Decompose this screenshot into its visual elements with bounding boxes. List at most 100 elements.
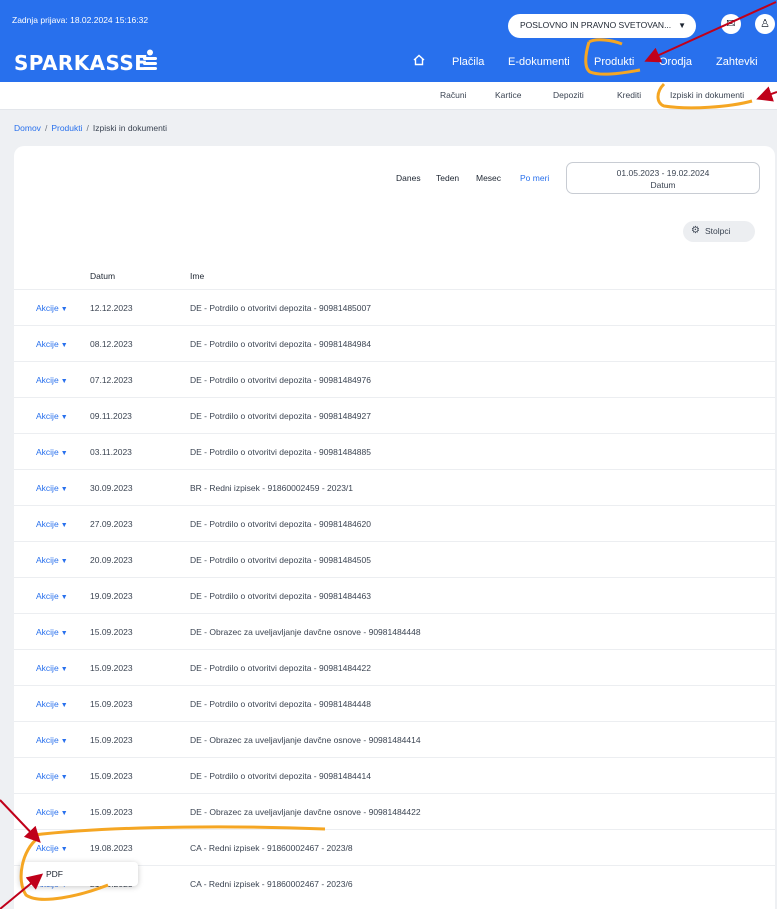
subnav-krediti[interactable]: Krediti — [617, 90, 641, 100]
last-login-text: Zadnja prijava: 18.02.2024 15:16:32 — [12, 15, 149, 25]
actions-dropdown[interactable]: Akcije▼ — [36, 807, 68, 817]
cell-name[interactable]: DE - Obrazec za uveljavljanje davčne osn… — [190, 807, 421, 817]
subnav-izpiski-in-dokumenti[interactable]: Izpiski in dokumenti — [670, 90, 744, 100]
date-range-label: Datum — [650, 180, 676, 190]
period-mesec[interactable]: Mesec — [476, 173, 501, 183]
nav-produkti[interactable]: Produkti — [594, 56, 634, 68]
subnav-kartice[interactable]: Kartice — [495, 90, 521, 100]
subnav-racuni[interactable]: Računi — [440, 90, 466, 100]
period-teden[interactable]: Teden — [436, 173, 459, 183]
cell-date: 15.09.2023 — [90, 627, 133, 637]
table-row: Akcije ▼ 15.09.2023 DE - Obrazec za uveljav… — [14, 793, 775, 829]
cell-date: 15.09.2023 — [90, 735, 133, 745]
date-range-value: 01.05.2023 - 19.02.2024 — [616, 168, 710, 178]
chevron-down-icon: ▼ — [678, 21, 686, 30]
caret-down-icon: ▼ — [60, 522, 68, 529]
table-row: Akcije ▼ 15.09.2023 DE - Obrazec za uveljav… — [14, 613, 775, 649]
cell-name[interactable]: DE - Potrdilo o otvoritvi depozita - 909… — [190, 339, 371, 349]
cell-date: 15.09.2023 — [90, 807, 133, 817]
actions-dropdown-menu: PDF — [20, 862, 138, 886]
cell-name[interactable]: DE - Obrazec za uveljavljanje davčne osn… — [190, 735, 421, 745]
documents-card: Danes Teden Mesec Po meri 01.05.2023 - 1… — [14, 146, 775, 909]
cell-name[interactable]: CA - Redni izpisek - 91860002467 - 2023/… — [190, 879, 353, 889]
table-row: Akcije ▼ 12.12.2023 DE - Potrdilo o otvorit… — [14, 289, 775, 325]
actions-label: Akcije — [36, 519, 59, 529]
table-row: Akcije ▼ 15.09.2023 DE - Obrazec za uveljav… — [14, 721, 775, 757]
table-row: Akcije ▼ 15.09.2023 DE - Potrdilo o otvorit… — [14, 649, 775, 685]
cell-name[interactable]: DE - Potrdilo o otvoritvi depozita - 909… — [190, 591, 371, 601]
cell-name[interactable]: BR - Redni izpisek - 91860002459 - 2023/… — [190, 483, 353, 493]
cell-name[interactable]: DE - Potrdilo o otvoritvi depozita - 909… — [190, 519, 371, 529]
actions-label: Akcije — [36, 843, 59, 853]
table-row: Akcije ▼ 15.09.2023 DE - Potrdilo o otvorit… — [14, 757, 775, 793]
breadcrumb-separator: / — [44, 123, 48, 133]
cell-name[interactable]: DE - Potrdilo o otvoritvi depozita - 909… — [190, 699, 371, 709]
table-row: Akcije ▼ 20.09.2023 DE - Potrdilo o otvorit… — [14, 541, 775, 577]
cell-name[interactable]: DE - Potrdilo o otvoritvi depozita - 909… — [190, 447, 371, 457]
actions-dropdown[interactable]: Akcije▼ — [36, 375, 68, 385]
cell-name[interactable]: CA - Redni izpisek - 91860002467 - 2023/… — [190, 843, 353, 853]
actions-dropdown[interactable]: Akcije▼ — [36, 339, 68, 349]
actions-dropdown[interactable]: Akcije▼ — [36, 483, 68, 493]
actions-dropdown[interactable]: Akcije▼ — [36, 447, 68, 457]
nav-orodja[interactable]: Orodja — [659, 56, 692, 68]
caret-down-icon: ▼ — [60, 774, 68, 781]
period-danes[interactable]: Danes — [396, 173, 421, 183]
home-icon[interactable] — [413, 54, 425, 66]
dropdown-item-pdf[interactable]: PDF — [46, 869, 63, 879]
actions-label: Akcije — [36, 627, 59, 637]
actions-dropdown[interactable]: Akcije▼ — [36, 411, 68, 421]
cell-name[interactable]: DE - Potrdilo o otvoritvi depozita - 909… — [190, 411, 371, 421]
caret-down-icon: ▼ — [60, 450, 68, 457]
column-header-name[interactable]: Ime — [190, 271, 204, 281]
nav-placila[interactable]: Plačila — [452, 56, 484, 68]
cell-date: 15.09.2023 — [90, 663, 133, 673]
actions-label: Akcije — [36, 663, 59, 673]
cell-name[interactable]: DE - Obrazec za uveljavljanje davčne osn… — [190, 627, 421, 637]
caret-down-icon: ▼ — [60, 486, 68, 493]
cell-name[interactable]: DE - Potrdilo o otvoritvi depozita - 909… — [190, 555, 371, 565]
actions-dropdown[interactable]: Akcije▼ — [36, 303, 68, 313]
top-header: Zadnja prijava: 18.02.2024 15:16:32 SPAR… — [0, 0, 777, 82]
cell-date: 15.09.2023 — [90, 699, 133, 709]
column-header-date[interactable]: Datum — [90, 271, 115, 281]
actions-dropdown[interactable]: Akcije▼ — [36, 519, 68, 529]
user-icon[interactable]: ♙ — [755, 14, 775, 34]
subnav-depoziti[interactable]: Depoziti — [553, 90, 584, 100]
actions-dropdown[interactable]: Akcije▼ — [36, 843, 68, 853]
actions-dropdown[interactable]: Akcije▼ — [36, 591, 68, 601]
caret-down-icon: ▼ — [60, 630, 68, 637]
actions-dropdown[interactable]: Akcije▼ — [36, 699, 68, 709]
cell-name[interactable]: DE - Potrdilo o otvoritvi depozita - 909… — [190, 303, 371, 313]
company-select[interactable]: POSLOVNO IN PRAVNO SVETOVAN... ▼ — [508, 14, 696, 38]
nav-e-dokumenti[interactable]: E-dokumenti — [508, 56, 570, 68]
table-row: Akcije ▼ 27.09.2023 DE - Potrdilo o otvorit… — [14, 505, 775, 541]
cell-name[interactable]: DE - Potrdilo o otvoritvi depozita - 909… — [190, 375, 371, 385]
actions-label: Akcije — [36, 303, 59, 313]
columns-button[interactable]: ⚙ Stolpci — [683, 221, 755, 242]
date-range-picker[interactable]: 01.05.2023 - 19.02.2024 Datum — [566, 162, 760, 194]
actions-dropdown[interactable]: Akcije▼ — [36, 555, 68, 565]
breadcrumb-home[interactable]: Domov — [14, 123, 41, 133]
cell-date: 19.09.2023 — [90, 591, 133, 601]
actions-dropdown[interactable]: Akcije▼ — [36, 771, 68, 781]
period-po-meri[interactable]: Po meri — [520, 173, 549, 183]
caret-down-icon: ▼ — [60, 594, 68, 601]
actions-label: Akcije — [36, 375, 59, 385]
actions-dropdown[interactable]: Akcije▼ — [36, 663, 68, 673]
breadcrumb-current: Izpiski in dokumenti — [92, 123, 168, 133]
sparkasse-logo-icon — [143, 49, 157, 70]
cell-name[interactable]: DE - Potrdilo o otvoritvi depozita - 909… — [190, 771, 371, 781]
actions-label: Akcije — [36, 411, 59, 421]
actions-dropdown[interactable]: Akcije▼ — [36, 735, 68, 745]
nav-zahtevki[interactable]: Zahtevki — [716, 56, 758, 68]
sparkasse-logo[interactable]: SPARKASSE — [14, 51, 148, 75]
actions-label: Akcije — [36, 771, 59, 781]
breadcrumb-produkti[interactable]: Produkti — [51, 123, 82, 133]
caret-down-icon: ▼ — [60, 306, 68, 313]
table-row: Akcije ▼ 15.09.2023 DE - Potrdilo o otvorit… — [14, 685, 775, 721]
mail-icon[interactable]: ✉ — [721, 14, 741, 34]
caret-down-icon: ▼ — [60, 846, 68, 853]
cell-name[interactable]: DE - Potrdilo o otvoritvi depozita - 909… — [190, 663, 371, 673]
actions-dropdown[interactable]: Akcije▼ — [36, 627, 68, 637]
